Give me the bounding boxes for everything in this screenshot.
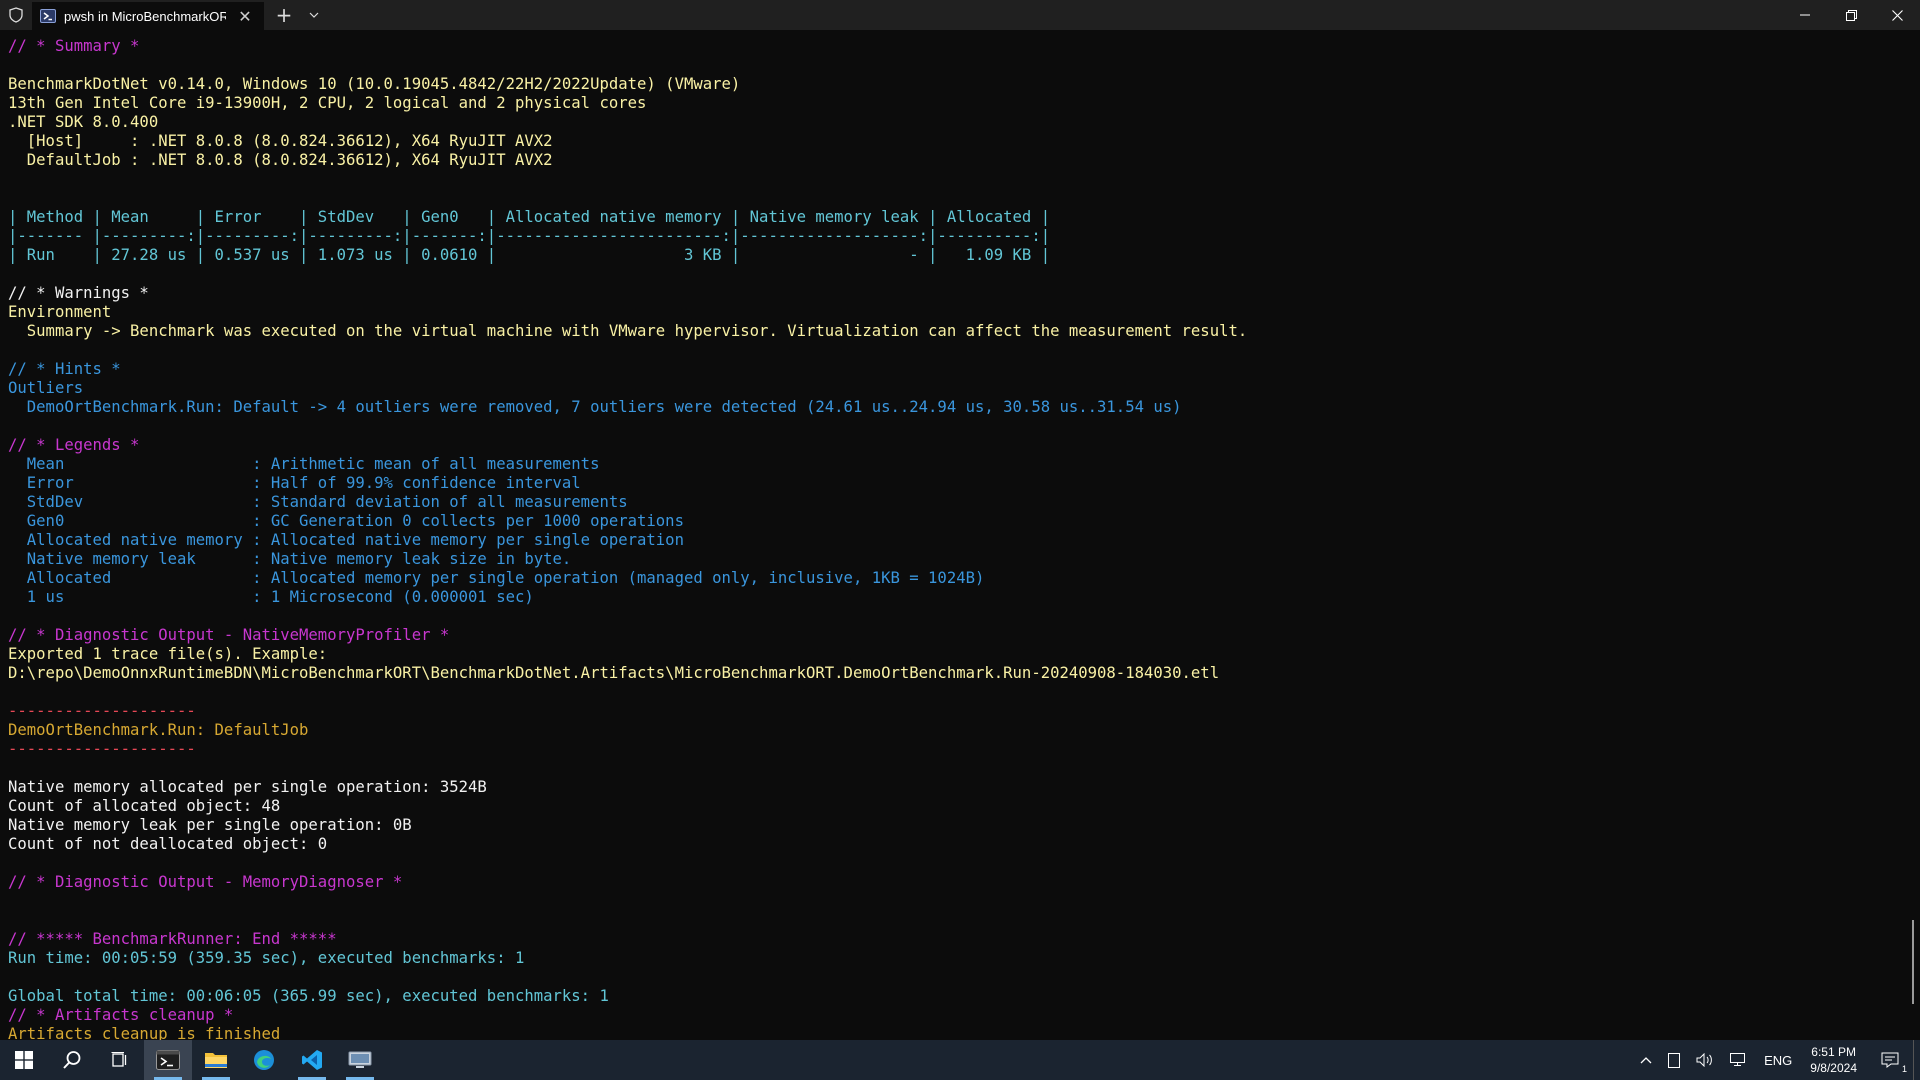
terminal-line: [Host] : .NET 8.0.8 (8.0.824.36612), X64… [8,132,553,150]
terminal-line: Native memory leak per single operation:… [8,816,412,834]
terminal-line: Mean : Arithmetic mean of all measuremen… [8,455,600,473]
vscode-icon [302,1050,322,1070]
vscode-app[interactable] [288,1040,336,1080]
tablet-icon[interactable] [1660,1040,1688,1080]
terminal-line: Run time: 00:05:59 (359.35 sec), execute… [8,949,525,967]
file-explorer-app[interactable] [192,1040,240,1080]
taskbar: ENG 6:51 PM 9/8/2024 1 [0,1040,1920,1080]
terminal-line: DemoOrtBenchmark.Run: DefaultJob [8,721,309,739]
language-indicator[interactable]: ENG [1756,1040,1800,1080]
chevron-up-icon[interactable] [1632,1040,1660,1080]
terminal-line: | Method | Mean | Error | StdDev | Gen0 … [8,208,1051,226]
terminal-line: Outliers [8,379,84,397]
terminal-line: BenchmarkDotNet v0.14.0, Windows 10 (10.… [8,75,741,93]
clock-time: 6:51 PM [1811,1045,1856,1059]
terminal-line: // * Warnings * [8,284,149,302]
monitor-icon [348,1051,372,1068]
minimize-icon[interactable] [1782,0,1828,30]
terminal-line: Global total time: 00:06:05 (365.99 sec)… [8,987,609,1005]
task-view-button[interactable] [96,1040,144,1080]
terminal-line: // * Summary * [8,37,140,55]
tab-title: pwsh in MicroBenchmarkORT [64,8,226,24]
terminal-line: // * Diagnostic Output - NativeMemoryPro… [8,626,450,644]
scrollbar[interactable] [1912,920,1914,1004]
system-tray: ENG 6:51 PM 9/8/2024 1 [1632,1040,1920,1080]
terminal-output[interactable]: // * Summary * BenchmarkDotNet v0.14.0, W… [8,37,1898,1043]
edge-icon [254,1050,274,1070]
terminal-line: // * Artifacts cleanup * [8,1006,234,1024]
clock[interactable]: 6:51 PM 9/8/2024 [1800,1040,1867,1080]
clock-date: 9/8/2024 [1810,1061,1857,1075]
terminal-line: Environment [8,303,112,321]
windows-icon [15,1051,33,1069]
terminal-line: DemoOrtBenchmark.Run: Default -> 4 outli… [8,398,1182,416]
terminal-app[interactable] [144,1040,192,1080]
terminal-line: | Run | 27.28 us | 0.537 us | 1.073 us |… [8,246,1051,264]
terminal-line: // * Diagnostic Output - MemoryDiagnoser… [8,873,403,891]
terminal-line: Gen0 : GC Generation 0 collects per 1000… [8,512,684,530]
terminal-line: -------------------- [8,702,196,720]
notification-badge: 1 [1901,1064,1907,1074]
terminal-line: Summary -> Benchmark was executed on the… [8,322,1248,340]
terminal-line: |------- |---------:|---------:|--------… [8,227,1051,245]
close-tab-icon[interactable]: ✕ [234,5,256,27]
edge-app[interactable] [240,1040,288,1080]
terminal-line: Native memory allocated per single opera… [8,778,487,796]
terminal-line: Allocated native memory : Allocated nati… [8,531,684,549]
terminal-line: Allocated : Allocated memory per single … [8,569,985,587]
task-view-icon [111,1052,127,1067]
terminal-line: 1 us : 1 Microsecond (0.000001 sec) [8,588,534,606]
search-button[interactable] [48,1040,96,1080]
search-icon [63,1051,81,1069]
remote-app[interactable] [336,1040,384,1080]
terminal-line: -------------------- [8,740,196,758]
chevron-down-icon[interactable] [304,0,324,30]
shield-icon[interactable] [0,0,32,30]
volume-icon[interactable] [1688,1040,1722,1080]
restore-icon[interactable] [1828,0,1874,30]
terminal-line: 13th Gen Intel Core i9-13900H, 2 CPU, 2 … [8,94,647,112]
terminal-line: StdDev : Standard deviation of all measu… [8,493,628,511]
terminal-line: // * Legends * [8,436,140,454]
title-bar: pwsh in MicroBenchmarkORT ✕ + [0,0,1920,30]
tab-pwsh[interactable]: pwsh in MicroBenchmarkORT ✕ [32,2,264,30]
notification-icon[interactable]: 1 [1867,1040,1913,1080]
terminal-line: .NET SDK 8.0.400 [8,113,159,131]
new-tab-button[interactable]: + [264,0,304,30]
terminal-icon [156,1050,180,1070]
start-button[interactable] [0,1040,48,1080]
terminal-line: D:\repo\DemoOnnxRuntimeBDN\MicroBenchmar… [8,664,1220,682]
terminal-line: // ***** BenchmarkRunner: End ***** [8,930,337,948]
drag-region[interactable] [324,0,1782,30]
terminal-line: DefaultJob : .NET 8.0.8 (8.0.824.36612),… [8,151,553,169]
close-window-icon[interactable] [1874,0,1920,30]
powershell-icon [40,8,56,24]
terminal-line: // * Hints * [8,360,121,378]
network-icon[interactable] [1722,1040,1756,1080]
terminal-line: Error : Half of 99.9% confidence interva… [8,474,581,492]
terminal-line: Count of allocated object: 48 [8,797,281,815]
terminal-line: Exported 1 trace file(s). Example: [8,645,328,663]
folder-icon [205,1053,227,1068]
terminal-line: Native memory leak : Native memory leak … [8,550,572,568]
show-desktop-button[interactable] [1913,1040,1920,1080]
terminal-line: Count of not deallocated object: 0 [8,835,328,853]
